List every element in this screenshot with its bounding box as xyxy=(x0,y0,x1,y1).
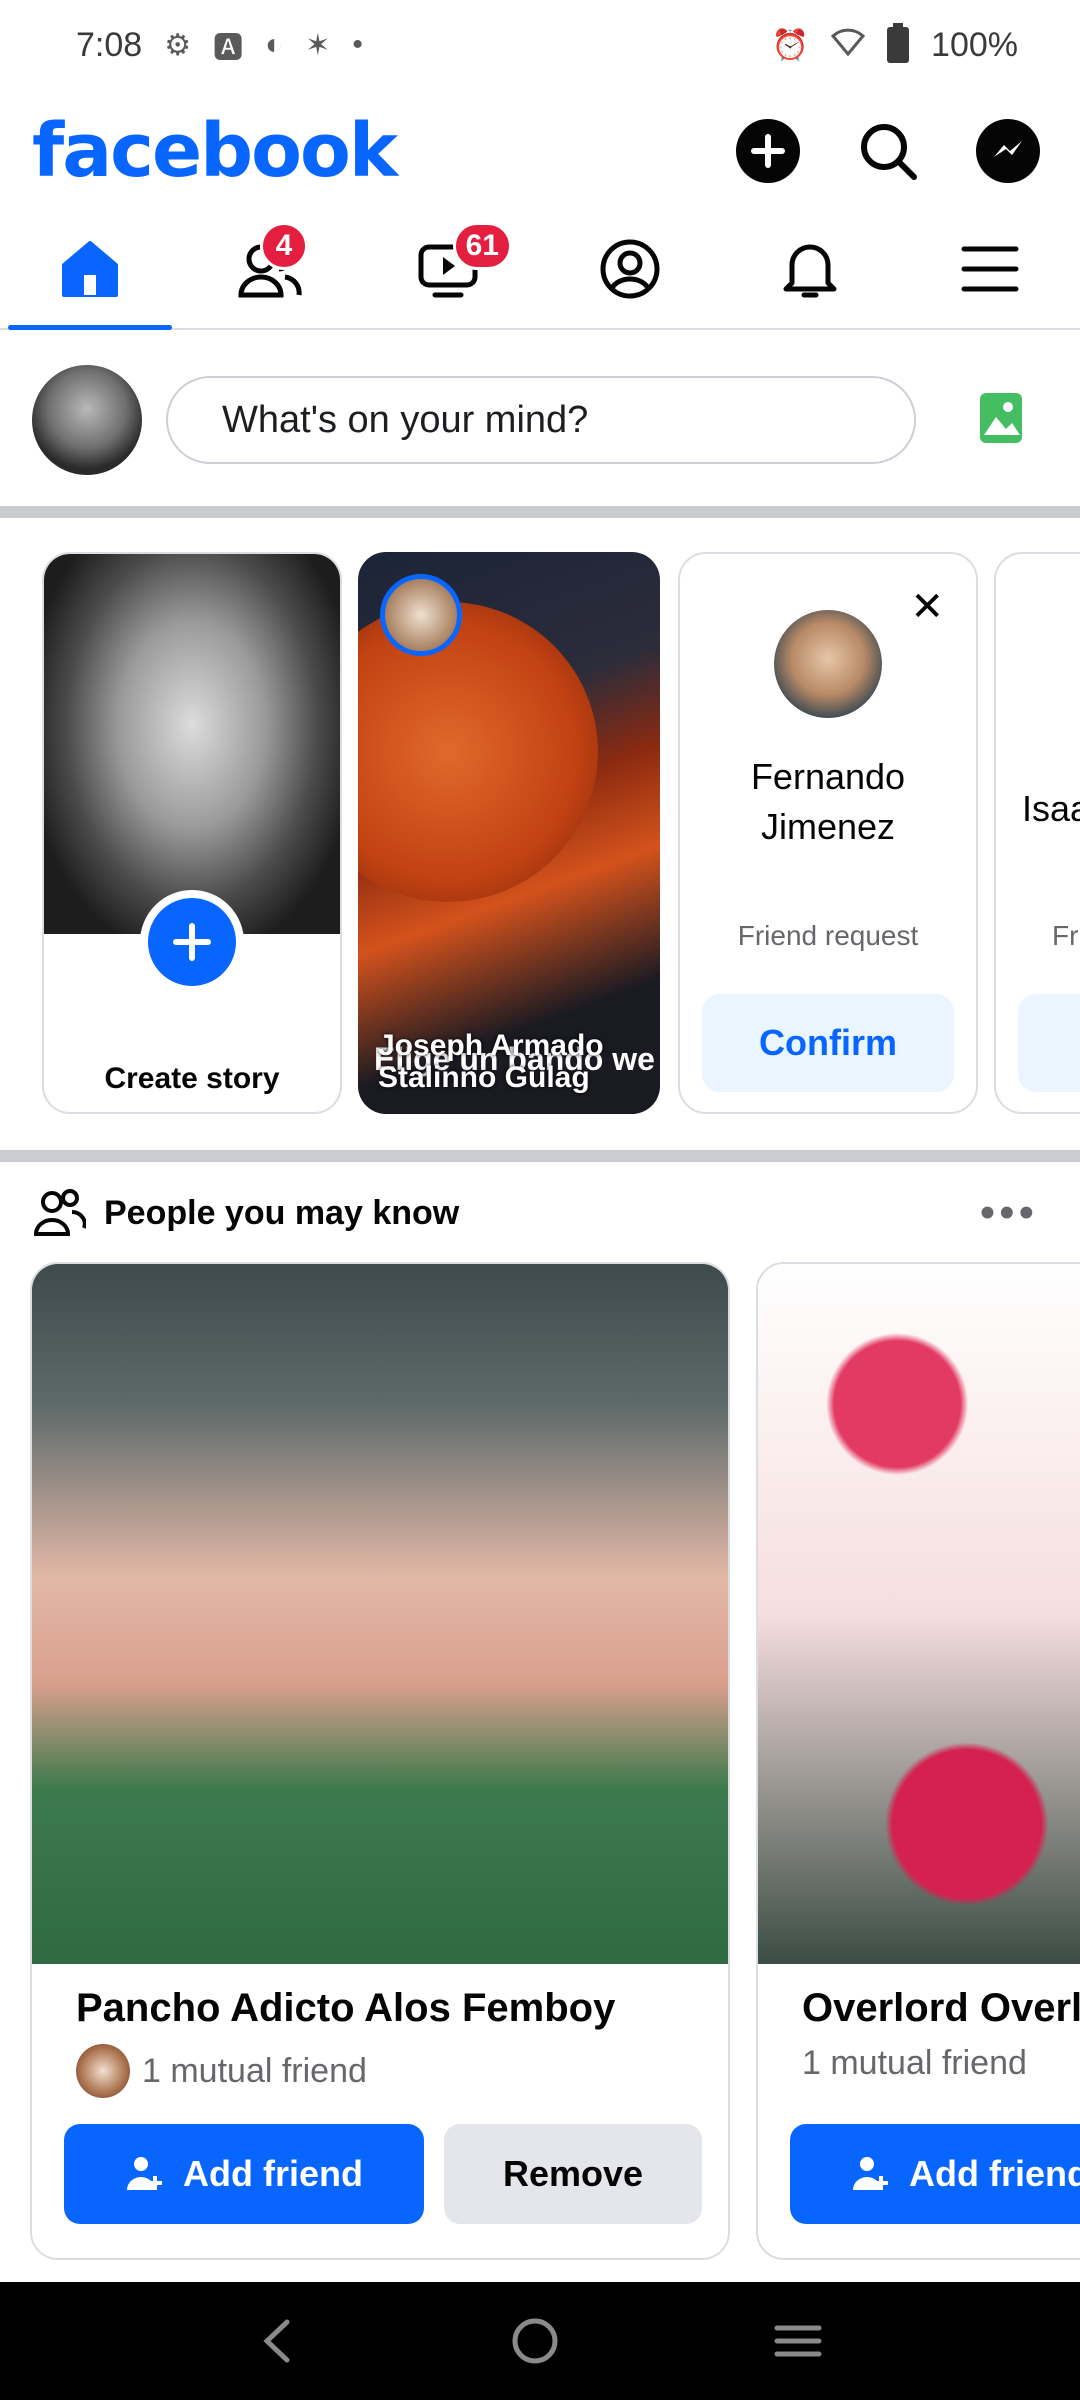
divider xyxy=(0,1150,1080,1162)
request-subtitle: Fr xyxy=(1052,920,1079,951)
status-time: 7:08 xyxy=(76,25,143,64)
mutual-friends: 1 mutual friend xyxy=(802,2044,1027,2083)
status-bar: 7:08 ⚙ 🅰 ◐ ✶ • ⏰ 100% xyxy=(0,0,1080,90)
request-name: Isaa xyxy=(1022,788,1080,829)
people-icon xyxy=(33,1189,86,1236)
suggestion-card[interactable]: Overlord Overlo 1 mutual friend Add frie… xyxy=(756,1262,1080,2260)
user-story-card[interactable]: Elige un bando we Joseph Armado Stalinno… xyxy=(358,552,660,1114)
profile-icon xyxy=(600,239,660,299)
messenger-icon xyxy=(994,141,1022,157)
stories-carousel[interactable]: Create story Elige un bando we Joseph Ar… xyxy=(0,520,1080,1150)
suggestion-name[interactable]: Pancho Adicto Alos Femboy xyxy=(76,1986,615,2031)
request-subtitle: Friend request xyxy=(737,920,919,951)
tab-video[interactable]: 61 xyxy=(360,210,540,328)
suggestion-photo[interactable] xyxy=(32,1264,728,1964)
leaf-icon: ◐ xyxy=(265,28,284,61)
tab-profile[interactable] xyxy=(540,210,720,328)
request-name: Fernando Jimenez xyxy=(750,756,906,847)
search-icon xyxy=(861,124,917,180)
nav-tabs: 4 61 xyxy=(0,210,1080,330)
battery-level: 100% xyxy=(931,25,1018,64)
wifi-icon xyxy=(830,26,866,64)
mutual-count: 1 mutual friend xyxy=(142,2051,367,2090)
composer: What's on your mind? xyxy=(0,332,1080,508)
friends-badge: 4 xyxy=(260,222,308,270)
pymk-title: People you may know xyxy=(104,1193,460,1232)
system-nav-bar xyxy=(0,2282,1080,2400)
confirm-button[interactable]: Confirm xyxy=(702,994,954,1092)
add-story-button[interactable] xyxy=(140,890,244,994)
suggestion-card[interactable]: Pancho Adicto Alos Femboy 1 mutual frien… xyxy=(30,1262,730,2260)
more-options-icon[interactable]: ••• xyxy=(980,1188,1038,1238)
photo-icon xyxy=(980,392,1022,443)
spark-icon: ✶ xyxy=(305,28,331,62)
pymk-carousel[interactable]: Pancho Adicto Alos Femboy 1 mutual frien… xyxy=(0,1262,1080,2260)
menu-icon xyxy=(961,246,1019,292)
pymk-header: People you may know ••• xyxy=(0,1168,1080,1258)
bell-icon xyxy=(783,244,837,298)
divider xyxy=(0,506,1080,518)
mutual-friends: 1 mutual friend xyxy=(76,2044,367,2098)
friend-request-card[interactable]: Isaa Fr xyxy=(994,552,1080,1114)
status-input[interactable]: What's on your mind? xyxy=(166,376,916,464)
tab-menu[interactable] xyxy=(900,210,1080,328)
settings-icon: ⚙ xyxy=(164,28,192,62)
suggestion-photo[interactable] xyxy=(758,1264,1080,1964)
dot-icon: • xyxy=(352,28,363,61)
story-avatar xyxy=(380,574,462,656)
mutual-avatar xyxy=(76,2044,130,2098)
home-nav-icon[interactable] xyxy=(510,2316,560,2366)
plus-icon xyxy=(751,134,785,168)
add-friend-button[interactable]: Add friend xyxy=(64,2124,424,2224)
create-story-label: Create story xyxy=(104,1062,280,1095)
suggestion-name[interactable]: Overlord Overlo xyxy=(802,1986,1080,2031)
tab-home[interactable] xyxy=(0,210,180,330)
tab-friends[interactable]: 4 xyxy=(180,210,360,328)
home-icon xyxy=(62,241,118,297)
avatar[interactable] xyxy=(32,365,142,475)
add-user-icon xyxy=(127,2157,162,2190)
create-button[interactable] xyxy=(736,119,800,183)
close-icon[interactable]: ✕ xyxy=(910,584,944,630)
story-author: Joseph Armado Stalinno Gulag xyxy=(378,1029,604,1094)
create-story-card[interactable]: Create story xyxy=(42,552,342,1114)
mutual-count: 1 mutual friend xyxy=(802,2044,1027,2082)
alarm-icon: ⏰ xyxy=(771,28,810,62)
story-artwork xyxy=(358,602,598,902)
facebook-logo: facebook xyxy=(32,108,398,194)
plus-icon xyxy=(173,923,211,961)
tab-notifications[interactable] xyxy=(720,210,900,328)
confirm-button[interactable] xyxy=(1018,994,1080,1092)
battery-icon xyxy=(887,23,910,63)
add-friend-label: Add friend xyxy=(183,2153,363,2194)
add-friend-button[interactable]: Add friend xyxy=(790,2124,1080,2224)
recents-icon[interactable] xyxy=(773,2316,823,2366)
search-button[interactable] xyxy=(856,119,920,183)
profile-photo xyxy=(44,554,340,934)
app-a-icon: 🅰 xyxy=(213,32,244,65)
add-friend-label: Add friend xyxy=(909,2153,1080,2194)
top-bar: facebook xyxy=(0,96,1080,206)
remove-button[interactable]: Remove xyxy=(444,2124,702,2224)
add-user-icon xyxy=(853,2157,888,2190)
messenger-button[interactable] xyxy=(976,119,1040,183)
friend-request-card[interactable]: ✕ Fernando Jimenez Friend request Confir… xyxy=(678,552,978,1114)
request-avatar xyxy=(774,610,882,718)
video-badge: 61 xyxy=(452,222,512,270)
back-icon[interactable] xyxy=(257,2316,297,2366)
photo-button[interactable] xyxy=(978,391,1024,450)
